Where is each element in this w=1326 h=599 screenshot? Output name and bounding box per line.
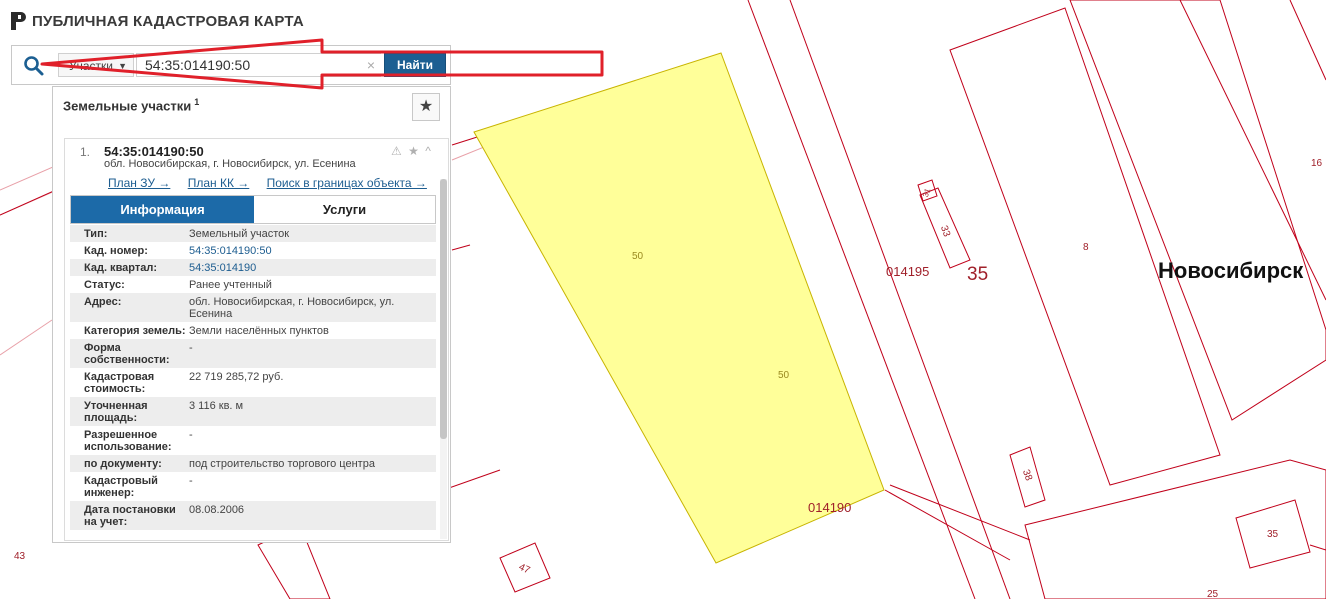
map-label-47: 47 <box>517 562 532 577</box>
result-tabs: Информация Услуги <box>70 195 436 224</box>
search-bar: Участки ▼ × Найти <box>11 45 451 85</box>
map-label-43: 43 <box>14 551 26 562</box>
search-type-label: Участки <box>69 59 113 73</box>
map-label-parcel-b: 50 <box>778 370 790 381</box>
info-row: Категория земель: Земли населённых пункто… <box>70 322 436 339</box>
info-value-link[interactable]: 54:35:014190:50 <box>189 245 436 257</box>
info-value: 3 116 кв. м <box>189 400 244 412</box>
info-row: Кад. номер: 54:35:014190:50 <box>70 242 436 259</box>
info-label: Уточненная площадь: <box>84 400 148 424</box>
panel-title: Земельные участки 1 <box>63 97 199 113</box>
panel-title-text: Земельные участки <box>63 98 192 114</box>
info-row: Разрешенное использование: - <box>70 426 436 455</box>
map-label-city: Новосибирск <box>1158 258 1304 283</box>
info-label: Дата постановки на учет: <box>84 504 176 528</box>
info-value: Земельный участок <box>189 228 290 240</box>
map-label-parcel-a: 50 <box>632 251 644 262</box>
map-label-35: 35 <box>1267 529 1279 540</box>
map-label-8: 8 <box>1083 242 1089 253</box>
info-label: Форма собственности: <box>84 342 170 366</box>
result-actions: ⚠ ★ ^ <box>391 144 434 158</box>
info-row: Кад. квартал: 54:35:014190 <box>70 259 436 276</box>
map-label-25: 25 <box>1207 589 1219 599</box>
info-label: Кад. квартал: <box>84 262 158 274</box>
result-address: обл. Новосибирская, г. Новосибирск, ул. … <box>104 158 356 170</box>
info-value: 22 719 285,72 руб. <box>189 371 284 383</box>
info-label: Категория земель: <box>84 325 186 337</box>
map-label-quarter-a: 014195 <box>886 264 929 279</box>
info-label: Разрешенное использование: <box>84 429 172 453</box>
star-icon: ★ <box>418 98 434 115</box>
map-label-38: 38 <box>1020 468 1034 483</box>
map-label-quarter-b: 014190 <box>808 500 851 515</box>
tab-information[interactable]: Информация <box>71 196 254 223</box>
link-plan-zu[interactable]: План ЗУ → <box>108 176 170 190</box>
info-label: по документу: <box>84 458 162 470</box>
warning-icon[interactable]: ⚠ <box>391 144 402 158</box>
info-table: Тип: Земельный участок Кад. номер: 54:35:0… <box>70 225 436 530</box>
logo-icon <box>11 12 26 30</box>
info-value-link[interactable]: 54:35:014190 <box>189 262 436 274</box>
info-value: обл. Новосибирская, г. Новосибирск, ул. … <box>189 296 395 320</box>
info-row: Кадастровая стоимость: 22 719 285,72 руб. <box>70 368 436 397</box>
result-cadastral-id[interactable]: 54:35:014190:50 <box>104 144 204 159</box>
link-plan-kk[interactable]: План КК → <box>188 176 250 190</box>
chevron-down-icon: ▼ <box>118 61 127 71</box>
favorites-button[interactable]: ★ <box>412 93 440 121</box>
results-panel: Земельные участки 1 ★ 1. 54:35:014190:50 … <box>52 86 451 543</box>
info-label: Статус: <box>84 279 125 291</box>
scrollbar-thumb[interactable] <box>440 179 447 439</box>
star-icon[interactable]: ★ <box>408 144 419 158</box>
search-type-select[interactable]: Участки ▼ <box>58 53 134 77</box>
info-label: Адрес: <box>84 296 122 308</box>
info-value: Земли населённых пунктов <box>189 325 329 337</box>
info-value: - <box>189 342 193 354</box>
info-label: Кадастровая стоимость: <box>84 371 155 395</box>
info-value: - <box>189 429 193 441</box>
app-title: ПУБЛИЧНАЯ КАДАСТРОВАЯ КАРТА <box>32 12 304 30</box>
info-value: 08.08.2006 <box>189 504 245 516</box>
result-links: План ЗУ → План КК → Поиск в границах объ… <box>108 176 441 190</box>
scrollbar-track[interactable] <box>440 179 447 539</box>
info-row: Кадастровый инженер: - <box>70 472 436 501</box>
info-row: Статус: Ранее учтенный <box>70 276 436 293</box>
link-search-in-bounds[interactable]: Поиск в границах объекта → <box>267 176 427 190</box>
tab-services[interactable]: Услуги <box>254 196 435 223</box>
search-input[interactable] <box>136 53 381 77</box>
info-row: Уточненная площадь: 3 116 кв. м <box>70 397 436 426</box>
info-row: Форма собственности: - <box>70 339 436 368</box>
map-label-big-num: 35 <box>967 264 988 285</box>
find-button[interactable]: Найти <box>384 53 446 77</box>
info-value: под строительство торгового центра <box>189 458 375 470</box>
selected-parcel[interactable] <box>473 52 885 564</box>
map-label-16: 16 <box>1311 158 1323 169</box>
panel-count: 1 <box>194 97 200 107</box>
info-value: - <box>189 475 193 487</box>
info-row: Адрес: обл. Новосибирская, г. Новосибирск… <box>70 293 436 322</box>
info-row: Тип: Земельный участок <box>70 225 436 242</box>
clear-icon[interactable]: × <box>364 56 378 74</box>
info-row: по документу: под строительство торгового… <box>70 455 436 472</box>
result-card[interactable]: 1. 54:35:014190:50 обл. Новосибирская, г… <box>64 138 449 541</box>
info-label: Тип: <box>84 228 108 240</box>
map-label-33: 33 <box>938 224 952 239</box>
info-label: Кад. номер: <box>84 245 148 257</box>
result-index: 1. <box>80 145 91 159</box>
app-header: ПУБЛИЧНАЯ КАДАСТРОВАЯ КАРТА <box>10 10 304 32</box>
info-label: Кадастровый инженер: <box>84 475 158 499</box>
map-label-31: 31 <box>921 187 933 199</box>
chevron-up-icon[interactable]: ^ <box>425 144 431 158</box>
info-row: Дата постановки на учет: 08.08.2006 <box>70 501 436 530</box>
info-value: Ранее учтенный <box>189 279 272 291</box>
search-icon[interactable] <box>22 54 46 78</box>
